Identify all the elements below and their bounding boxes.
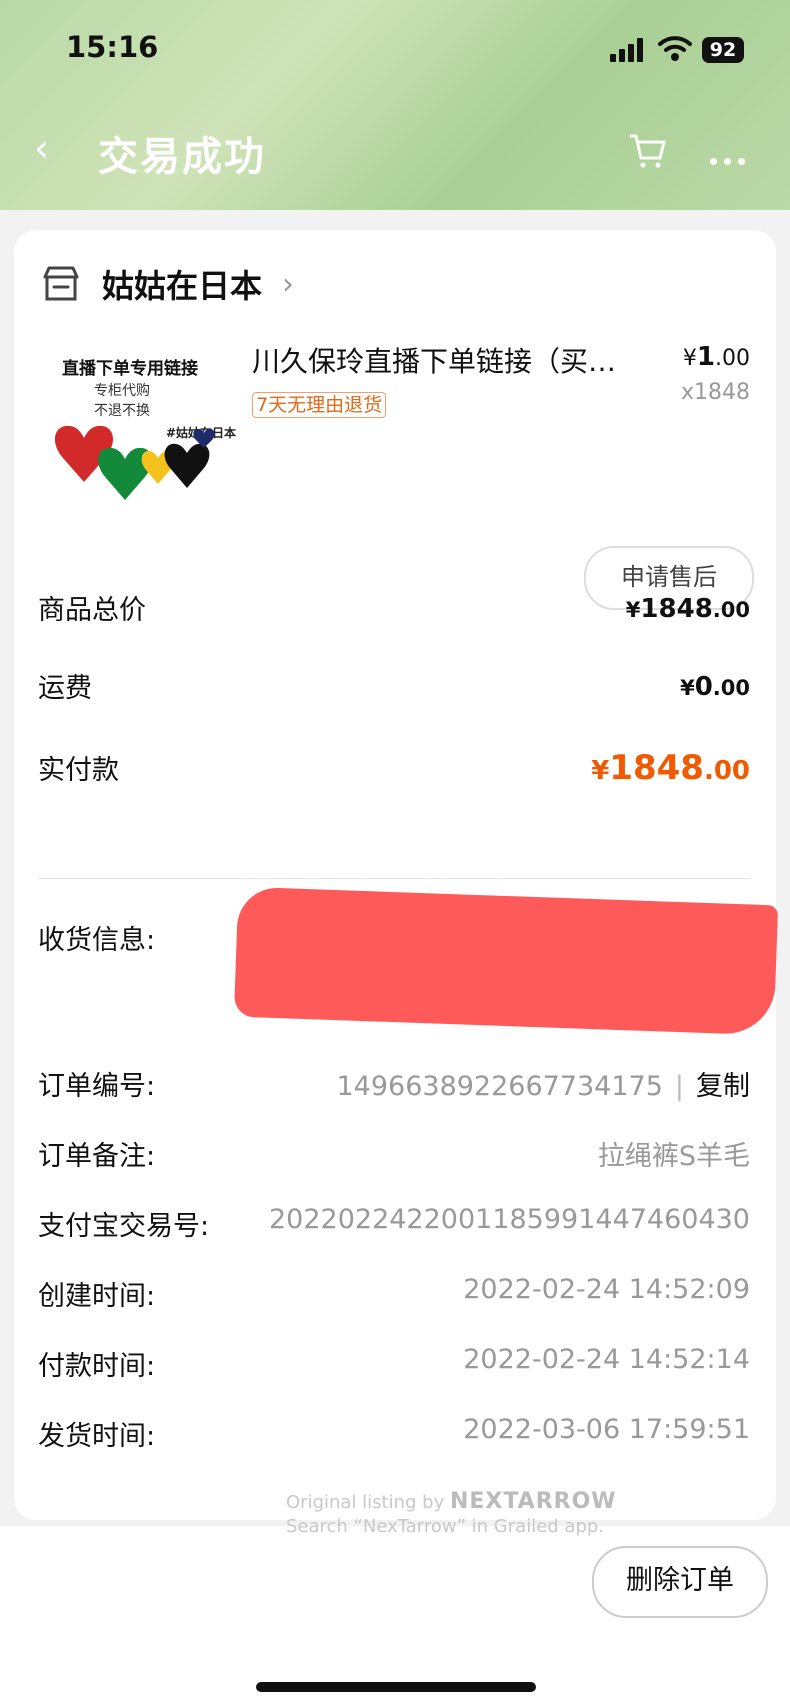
shop-row[interactable]: 姑姑在日本 › [40, 260, 294, 308]
shipping-value: ¥0.00 [680, 672, 750, 702]
paid-amount-value: ¥1848.00 [591, 748, 750, 788]
return-policy-badge: 7天无理由退货 [252, 392, 387, 418]
created-time-row: 创建时间: 2022-02-24 14:52:09 [38, 1274, 750, 1318]
product-price: ¥1.00 [682, 342, 750, 372]
shipping-label: 运费 [38, 673, 92, 704]
order-remark-row: 订单备注: 拉绳裤S羊毛 [38, 1134, 750, 1178]
more-icon[interactable] [710, 150, 752, 169]
divider [38, 878, 750, 879]
ship-time-value: 2022-03-06 17:59:51 [463, 1414, 750, 1445]
goods-total-value: ¥1848.00 [625, 594, 750, 624]
order-card: 姑姑在日本 › 直播下单专用链接 专柜代购 不退不换 #姑姑在日本 川久保玲直播… [14, 230, 779, 1520]
product-image[interactable]: 直播下单专用链接 专柜代购 不退不换 #姑姑在日本 [38, 340, 244, 546]
created-time-label: 创建时间: [38, 1281, 156, 1312]
signal-icon [610, 38, 643, 62]
status-time: 15:16 [66, 30, 159, 64]
battery-indicator: 92 [702, 37, 744, 63]
home-indicator [256, 1682, 536, 1692]
watermark-line2: Search “NexTarrow” in Grailed app. [286, 1516, 605, 1537]
watermark: Original listing by NEXTARROW Search “Ne… [286, 1490, 617, 1539]
paid-time-label: 付款时间: [38, 1351, 156, 1382]
goods-total-row: 商品总价 ¥1848.00 [38, 588, 750, 638]
paid-amount-label: 实付款 [38, 755, 119, 786]
alipay-number-label: 支付宝交易号: [38, 1211, 210, 1242]
ship-time-row: 发货时间: 2022-03-06 17:59:51 [38, 1414, 750, 1458]
address-redaction [233, 886, 779, 1036]
product-title[interactable]: 川久保玲直播下单链接（买… [252, 340, 672, 380]
status-bar: 15:16 92 [0, 0, 790, 100]
page-title: 交易成功 [98, 134, 266, 180]
order-remark-value: 拉绳裤S羊毛 [597, 1141, 750, 1172]
header-background: 15:16 92 ‹ 交易成功 [0, 0, 790, 210]
ship-time-label: 发货时间: [38, 1421, 156, 1452]
created-time-value: 2022-02-24 14:52:09 [463, 1274, 750, 1305]
copy-order-number-button[interactable]: 复制 [696, 1071, 750, 1102]
paid-time-row: 付款时间: 2022-02-24 14:52:14 [38, 1344, 750, 1388]
goods-total-label: 商品总价 [38, 595, 146, 626]
shop-icon [43, 266, 79, 301]
watermark-brand: NEXTARROW [449, 1489, 617, 1514]
shop-name: 姑姑在日本 [102, 267, 263, 305]
alipay-number-row: 支付宝交易号: 2022022422001185991447460430 [38, 1204, 750, 1248]
bottom-action-bar: 删除订单 [0, 1526, 790, 1708]
shipping-row: 运费 ¥0.00 [38, 666, 750, 716]
shop-chevron-icon: › [282, 266, 295, 302]
alipay-number-value: 2022022422001185991447460430 [269, 1204, 750, 1235]
address-label: 收货信息: [38, 925, 156, 956]
paid-amount-row: 实付款 ¥1848.00 [38, 748, 750, 798]
cart-icon[interactable] [628, 132, 668, 170]
product-quantity: x1848 [680, 380, 750, 405]
order-remark-label: 订单备注: [38, 1141, 156, 1172]
watermark-line1: Original listing by [286, 1492, 445, 1513]
order-number-value: 1496638922667734175 | 复制 [336, 1071, 751, 1102]
hearts-graphic [54, 425, 215, 500]
wifi-icon [658, 36, 692, 61]
delete-order-button[interactable]: 删除订单 [592, 1546, 768, 1618]
order-number-row: 订单编号: 1496638922667734175 | 复制 [38, 1064, 750, 1108]
back-chevron-icon[interactable]: ‹ [34, 128, 49, 168]
order-number-label: 订单编号: [38, 1071, 156, 1102]
nav-bar: ‹ 交易成功 [0, 110, 790, 190]
paid-time-value: 2022-02-24 14:52:14 [463, 1344, 750, 1375]
